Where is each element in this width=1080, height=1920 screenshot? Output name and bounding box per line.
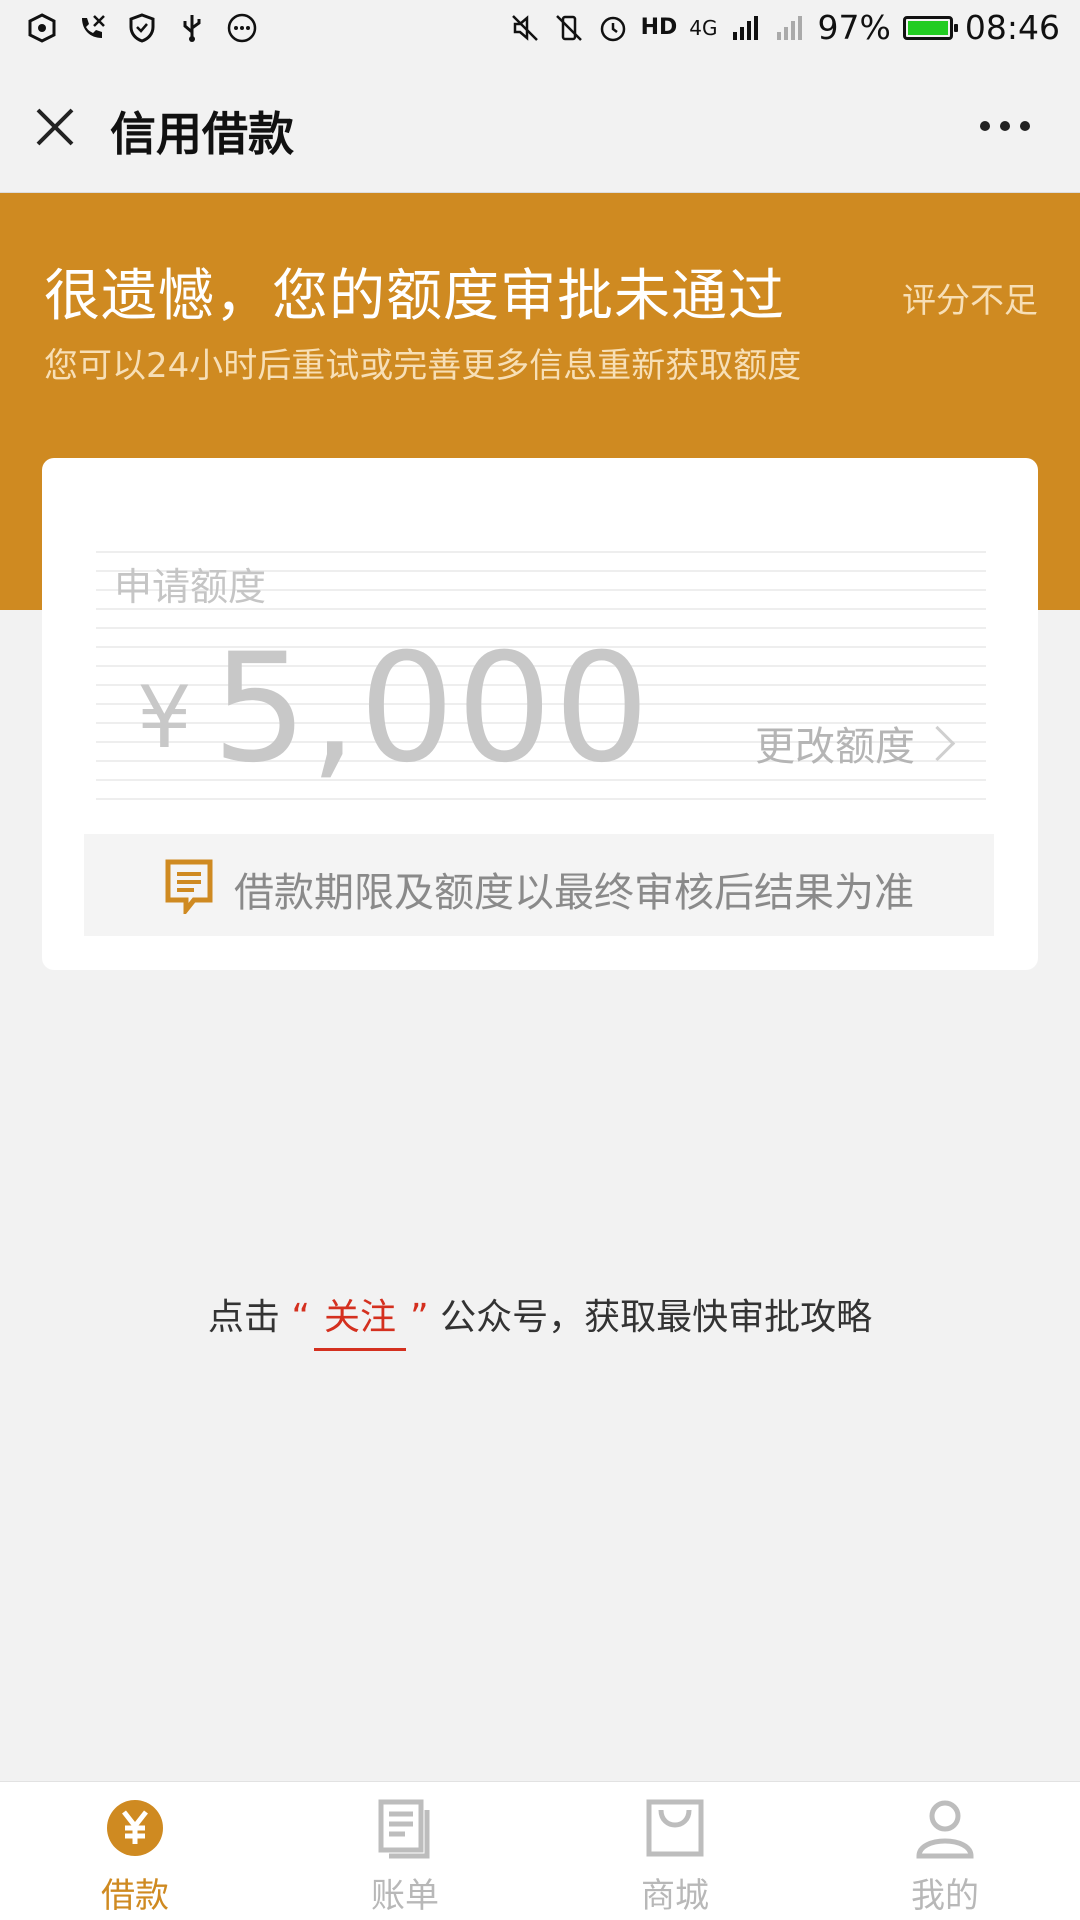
nav-item-borrow[interactable]: 借款 xyxy=(0,1782,270,1920)
status-bar: HD 4G 97% 08:46 xyxy=(0,0,1080,62)
shield-icon xyxy=(129,13,155,43)
nav-item-shop[interactable]: 商城 xyxy=(540,1782,810,1920)
clock: 08:46 xyxy=(964,8,1060,47)
nav-label-shop: 商城 xyxy=(641,1876,709,1916)
user-icon xyxy=(916,1800,974,1859)
nav-item-mine[interactable]: 我的 xyxy=(810,1782,1080,1920)
app-header: 信用借款 xyxy=(0,62,1080,193)
change-quota-link[interactable]: 更改额度 xyxy=(755,714,956,772)
currency-symbol: ¥ xyxy=(137,668,192,768)
close-quote: ” xyxy=(410,1297,429,1338)
open-quote: “ xyxy=(291,1297,310,1338)
nav-label-borrow: 借款 xyxy=(101,1876,169,1916)
quota-amount: 5,000 xyxy=(212,622,652,796)
yen-icon xyxy=(107,1800,163,1856)
dot-icon xyxy=(1020,121,1030,131)
status-right-icons: HD 4G 97% 08:46 xyxy=(509,8,1060,47)
vibrate-off-icon xyxy=(555,14,582,41)
quota-card: 申请额度 ¥ 5,000 更改额度 借款期限及额度以最终审核后结果为准 xyxy=(42,458,1038,970)
follow-prompt: 点击 “关注” 公众号，获取最快审批攻略 xyxy=(0,1288,1080,1351)
notice-text: 借款期限及额度以最终审核后结果为准 xyxy=(234,870,914,916)
dot-icon xyxy=(1000,121,1010,131)
signal-icon xyxy=(732,15,758,40)
shop-icon xyxy=(646,1799,704,1857)
battery-icon xyxy=(902,15,958,40)
battery-percent: 97% xyxy=(817,8,891,47)
page-title: 信用借款 xyxy=(110,107,294,161)
follow-suffix: 公众号，获取最快审批攻略 xyxy=(440,1297,873,1338)
more-menu-button[interactable] xyxy=(980,106,1040,146)
notice-bar: 借款期限及额度以最终审核后结果为准 xyxy=(84,834,994,936)
signal-2-icon xyxy=(776,15,802,40)
chevron-right-icon xyxy=(919,725,956,761)
change-quota-label: 更改额度 xyxy=(755,724,915,770)
score-note: 评分不足 xyxy=(902,281,1038,321)
quota-label: 申请额度 xyxy=(114,565,267,609)
network-indicator: 4G xyxy=(689,15,718,40)
nav-item-bill[interactable]: 账单 xyxy=(270,1782,540,1920)
more-notifications-icon xyxy=(227,13,257,43)
bottom-nav: 借款 账单 商城 我的 xyxy=(0,1781,1080,1920)
vpn-icon xyxy=(28,13,56,43)
usb-icon xyxy=(183,15,201,42)
banner-subtitle: 您可以24小时后重试或完善更多信息重新获取额度 xyxy=(44,346,802,386)
close-icon[interactable] xyxy=(30,102,80,152)
banner-title: 很遗憾，您的额度审批未通过 xyxy=(44,264,785,329)
nav-label-bill: 账单 xyxy=(371,1876,439,1916)
bill-icon xyxy=(378,1799,430,1859)
alarm-icon xyxy=(600,16,625,41)
follow-prefix: 点击 xyxy=(207,1297,280,1338)
dot-icon xyxy=(980,121,990,131)
nav-label-mine: 我的 xyxy=(911,1876,979,1916)
message-icon xyxy=(165,859,213,914)
mute-icon xyxy=(511,14,538,41)
hd-indicator: HD xyxy=(640,15,678,40)
missed-call-icon xyxy=(82,15,105,38)
follow-link[interactable]: 关注 xyxy=(313,1288,406,1351)
status-left-icons xyxy=(26,12,258,44)
